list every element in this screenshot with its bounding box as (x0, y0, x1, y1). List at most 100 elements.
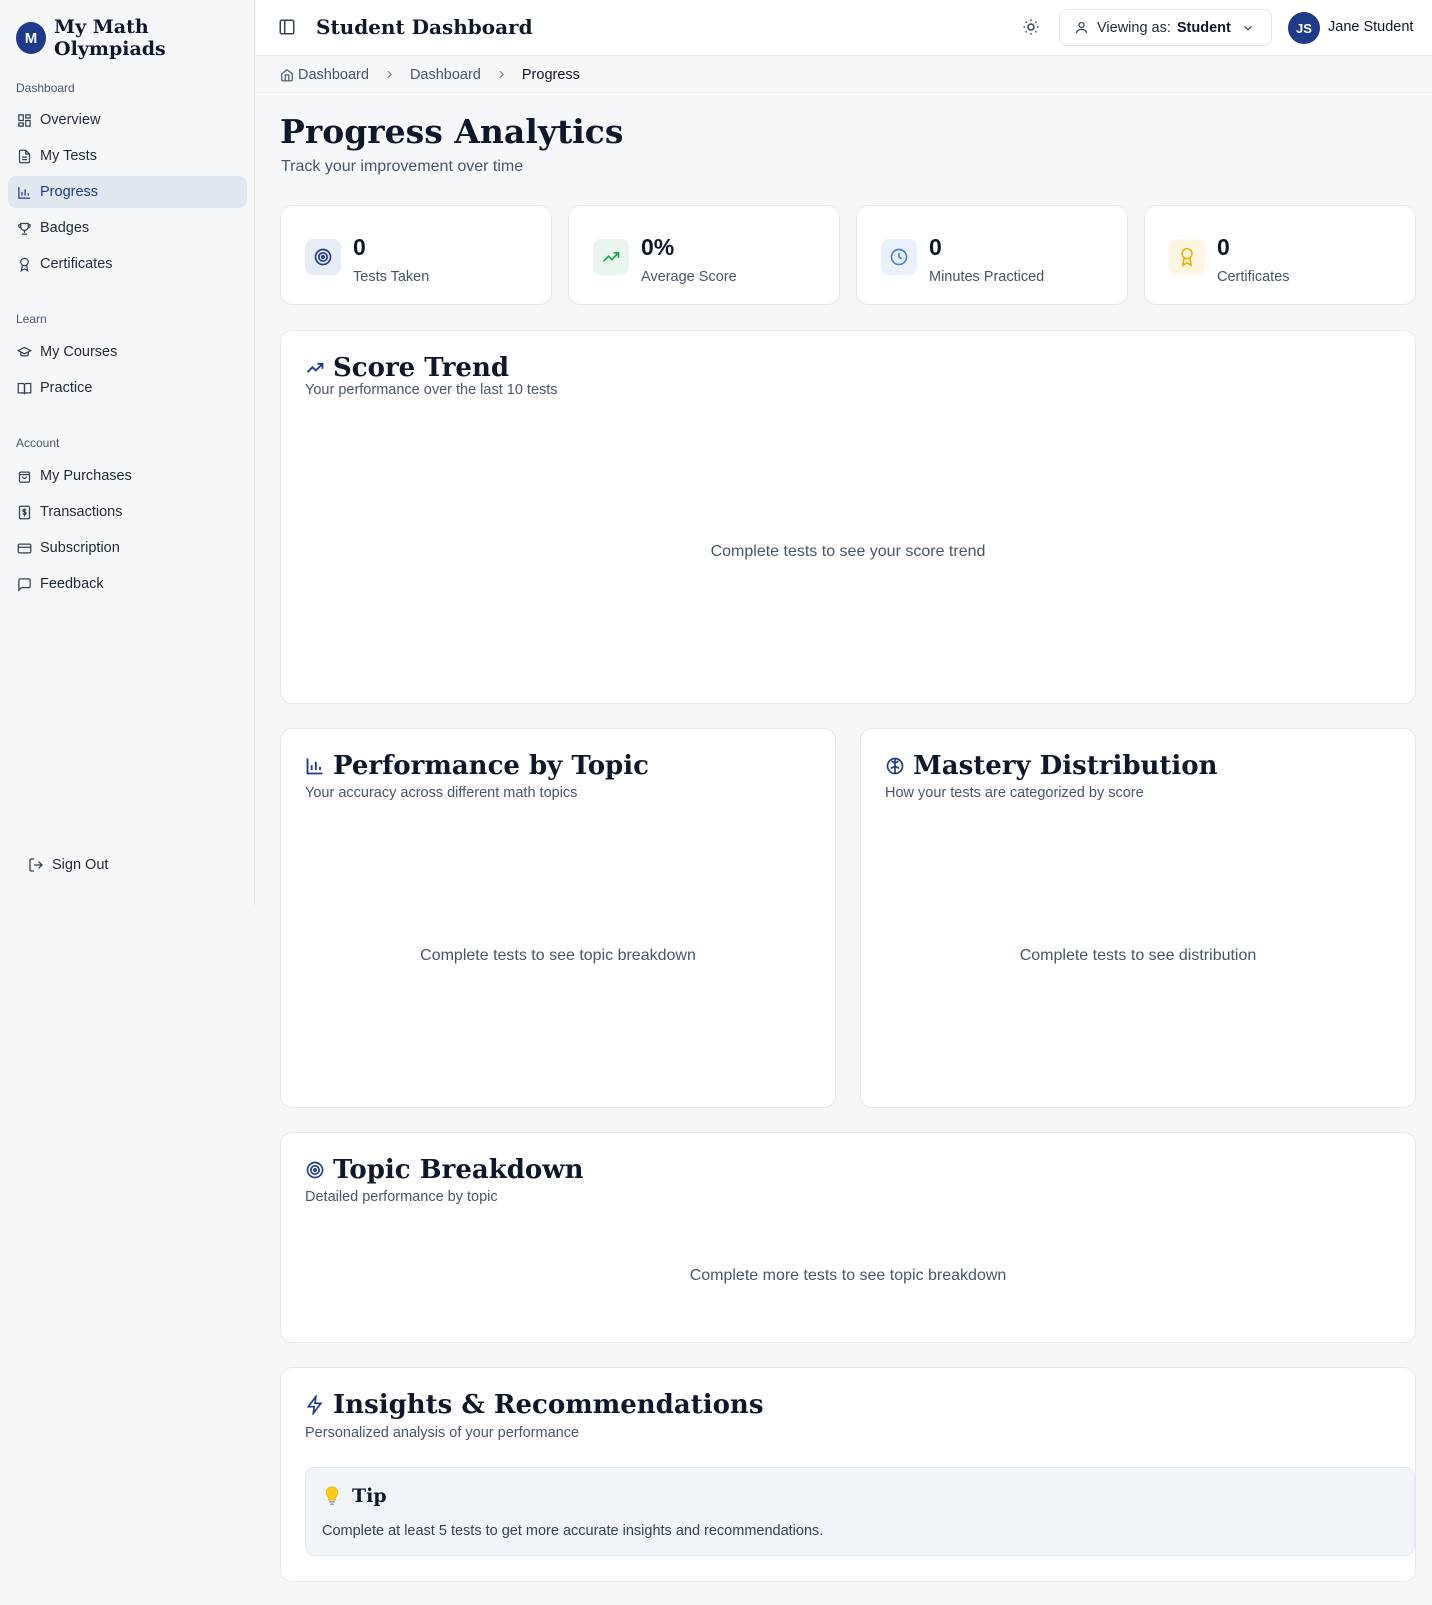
file-icon (16, 148, 32, 164)
sidebar-item-badges[interactable]: Badges (8, 212, 247, 244)
stat-value: 0 (929, 234, 942, 260)
book-open-icon (16, 380, 32, 396)
sidebar-item-progress[interactable]: Progress (8, 176, 247, 208)
sidebar-item-my-purchases[interactable]: My Purchases (8, 460, 247, 492)
sidebar-item-label: Certificates (40, 256, 113, 272)
chevron-down-icon (1241, 21, 1255, 35)
nav-section-dashboard: Dashboard (16, 81, 75, 95)
viewing-as-dropdown[interactable]: Viewing as: Student (1059, 9, 1272, 46)
breadcrumb-current: Progress (521, 66, 580, 83)
award-icon (1169, 239, 1205, 275)
stat-card-certificates: 0 Certificates (1144, 205, 1416, 305)
credit-card-icon (16, 540, 32, 556)
home-icon (280, 68, 294, 82)
viewing-as-label: Viewing as: (1097, 19, 1171, 36)
card-subtitle: How your tests are categorized by score (885, 785, 1144, 801)
award-icon (16, 256, 32, 272)
empty-state-message: Complete tests to see distribution (1019, 947, 1257, 964)
stat-card-tests-taken: 0 Tests Taken (280, 205, 552, 305)
viewing-as-value: Student (1176, 19, 1231, 36)
sidebar-toggle-icon[interactable] (278, 18, 296, 36)
card-title: Topic Breakdown (333, 1155, 584, 1185)
sidebar-item-label: Feedback (40, 576, 104, 592)
card-subtitle: Detailed performance by topic (305, 1189, 498, 1205)
card-title: Score Trend (333, 353, 510, 383)
sidebar-item-practice[interactable]: Practice (8, 372, 247, 404)
sun-icon[interactable] (1022, 18, 1040, 36)
bar-chart-icon (16, 184, 32, 200)
brand-name: My Math Olympiads (54, 16, 166, 60)
sign-out-button[interactable]: Sign Out (28, 857, 108, 873)
page-subtitle: Track your improvement over time (281, 158, 524, 175)
empty-state-message: Complete more tests to see topic breakdo… (689, 1267, 1007, 1284)
nav-section-learn: Learn (16, 312, 47, 326)
card-title: Mastery Distribution (913, 751, 1218, 781)
card-title: Insights & Recommendations (333, 1390, 764, 1420)
user-name[interactable]: Jane Student (1328, 19, 1413, 35)
bar-chart-icon (305, 756, 325, 776)
user-icon (1074, 20, 1089, 35)
insights-card: Insights & Recommendations Personalized … (280, 1367, 1416, 1582)
chevron-right-icon (383, 68, 396, 81)
sidebar-item-label: Subscription (40, 540, 120, 556)
topic-breakdown-card: Topic Breakdown Detailed performance by … (280, 1132, 1416, 1343)
performance-by-topic-card: Performance by Topic Your accuracy acros… (280, 728, 836, 1108)
receipt-icon (16, 504, 32, 520)
grid-icon (16, 112, 32, 128)
trending-up-icon (593, 239, 629, 275)
breadcrumb: Dashboard Dashboard Progress (256, 57, 1432, 93)
stat-label: Minutes Practiced (929, 269, 1045, 285)
stat-card-average-score: 0% Average Score (568, 205, 840, 305)
card-subtitle: Your performance over the last 10 tests (305, 382, 558, 398)
stat-label: Tests Taken (353, 269, 430, 285)
sign-out-label: Sign Out (52, 857, 109, 873)
breadcrumb-item-dashboard-2[interactable]: Dashboard (410, 67, 481, 83)
sidebar-item-label: My Courses (40, 344, 118, 360)
clock-icon (881, 239, 917, 275)
graduation-cap-icon (16, 344, 32, 360)
trophy-icon (16, 220, 32, 236)
tip-title: Tip (352, 1485, 387, 1507)
sidebar-item-transactions[interactable]: Transactions (8, 496, 247, 528)
sidebar-item-label: Practice (40, 380, 93, 396)
stat-card-minutes-practiced: 0 Minutes Practiced (856, 205, 1128, 305)
brand[interactable]: M My Math Olympiads (16, 16, 254, 60)
shopping-bag-icon (16, 468, 32, 484)
stat-value: 0 (1217, 234, 1230, 260)
card-subtitle: Your accuracy across different math topi… (305, 785, 578, 801)
tip-text: Complete at least 5 tests to get more ac… (322, 1523, 824, 1539)
sidebar-item-subscription[interactable]: Subscription (8, 532, 247, 564)
sidebar-item-my-courses[interactable]: My Courses (8, 336, 247, 368)
mastery-distribution-card: Mastery Distribution How your tests are … (860, 728, 1416, 1108)
sidebar-item-label: My Tests (40, 148, 97, 164)
lightbulb-icon (322, 1485, 342, 1507)
chevron-right-icon (495, 68, 508, 81)
trending-up-icon (305, 358, 325, 378)
sidebar-item-feedback[interactable]: Feedback (8, 568, 247, 600)
sidebar-item-label: Progress (40, 184, 99, 200)
sidebar: M My Math Olympiads Dashboard Overview M… (0, 0, 255, 905)
sidebar-item-my-tests[interactable]: My Tests (8, 140, 247, 172)
sidebar-item-certificates[interactable]: Certificates (8, 248, 247, 280)
card-title: Performance by Topic (333, 751, 649, 781)
target-icon (305, 1160, 325, 1180)
score-trend-card: Score Trend Your performance over the la… (280, 330, 1416, 704)
sidebar-item-label: Badges (40, 220, 90, 236)
empty-state-message: Complete tests to see your score trend (710, 543, 986, 560)
sidebar-item-label: Transactions (40, 504, 123, 520)
breadcrumb-item-dashboard[interactable]: Dashboard (298, 67, 369, 83)
stat-label: Average Score (641, 269, 737, 285)
sidebar-item-overview[interactable]: Overview (8, 104, 247, 136)
stat-value: 0 (353, 234, 366, 260)
tip-box: Tip Complete at least 5 tests to get mor… (305, 1467, 1415, 1556)
avatar[interactable]: JS (1288, 12, 1320, 44)
brain-icon (885, 756, 905, 776)
target-icon (305, 239, 341, 275)
page-title: Progress Analytics (280, 112, 624, 151)
stat-label: Certificates (1217, 269, 1290, 285)
brand-logo: M (16, 22, 47, 54)
nav-section-account: Account (16, 436, 60, 450)
top-bar: Student Dashboard Viewing as: Student JS… (256, 0, 1432, 56)
log-out-icon (28, 857, 44, 873)
stat-value: 0% (641, 234, 675, 260)
